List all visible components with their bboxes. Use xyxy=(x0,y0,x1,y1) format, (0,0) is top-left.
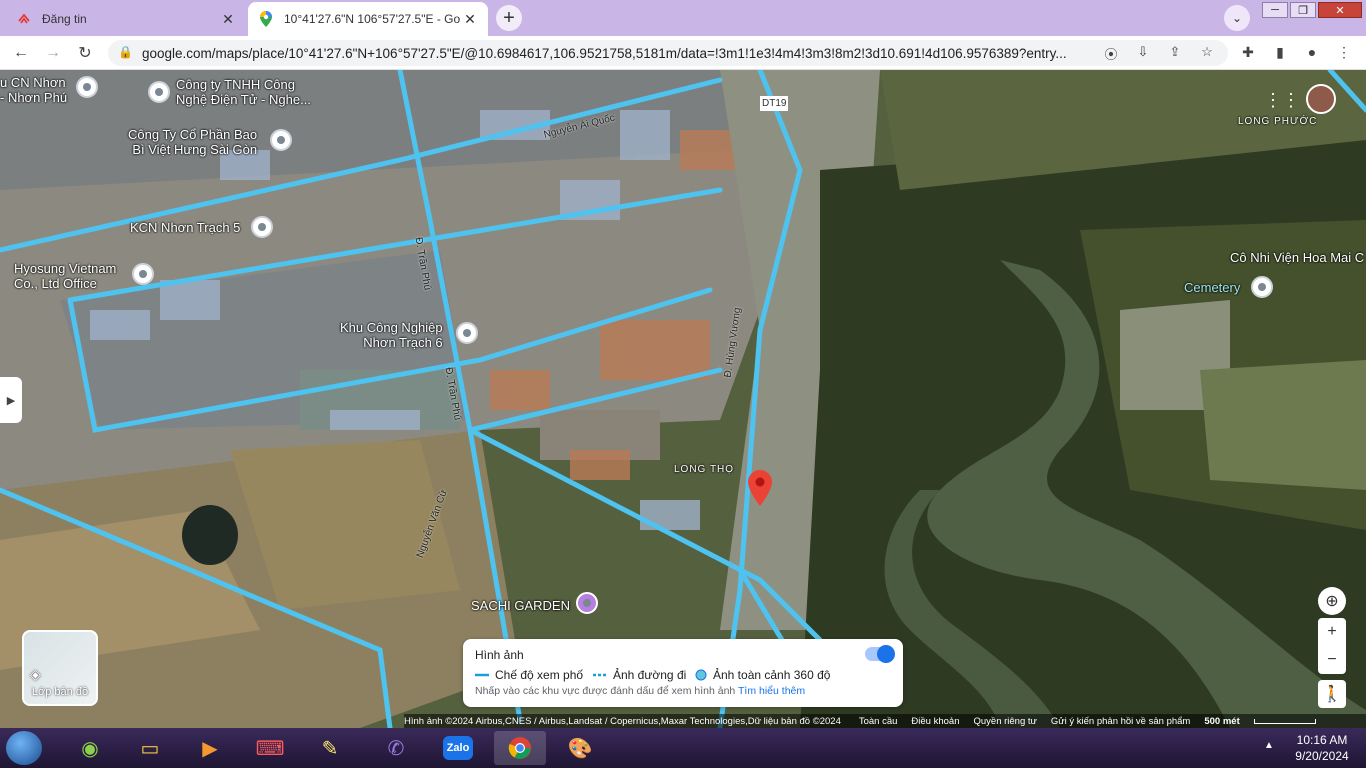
attribution-text: Hình ảnh ©2024 Airbus,CNES / Airbus,Land… xyxy=(404,715,841,727)
place-kcn-nhon-trach-6[interactable]: Khu Công Nghiệp Nhơn Trạch 6 xyxy=(340,320,443,350)
collapse-side-panel-button[interactable]: ▶ xyxy=(0,377,22,423)
cemetery-pin-icon[interactable] xyxy=(1251,276,1273,298)
maps-pin-icon xyxy=(258,11,274,27)
imagery-toggle[interactable] xyxy=(865,645,895,663)
start-button[interactable] xyxy=(6,731,42,765)
close-icon[interactable]: ✕ xyxy=(220,11,236,28)
forward-arrow-icon[interactable]: → xyxy=(42,42,64,64)
viber-icon[interactable]: ✆ xyxy=(370,731,422,765)
reload-icon[interactable]: ↻ xyxy=(74,42,96,64)
address-bar[interactable]: 🔒 google.com/maps/place/10°41'27.6"N+106… xyxy=(108,40,1228,66)
satellite-map[interactable]: u CN Nhơn - Nhơn Phú Công ty TNHH Công N… xyxy=(0,70,1366,728)
footer-link-global[interactable]: Toàn cầu xyxy=(859,716,898,727)
imagery-title: Hình ảnh xyxy=(475,648,524,662)
new-tab-button[interactable]: + xyxy=(496,5,522,31)
place-kcn-nhon-phu[interactable]: u CN Nhơn - Nhơn Phú xyxy=(0,75,67,105)
place-hyosung[interactable]: Hyosung Vietnam Co., Ltd Office xyxy=(14,261,116,291)
layers-button[interactable]: ◈ Lớp bản đồ xyxy=(22,630,98,706)
zalo-icon[interactable]: Zalo xyxy=(432,731,484,765)
place-pin-icon[interactable] xyxy=(76,76,98,98)
footer-link-privacy[interactable]: Quyền riêng tư xyxy=(973,716,1036,727)
place-cong-ty-tnhh[interactable]: Công ty TNHH Công Nghệ Điện Tử - Nghe... xyxy=(176,77,311,107)
side-panel-icon[interactable]: ▮ xyxy=(1270,44,1290,61)
tray-chevron-icon[interactable]: ▲ xyxy=(1264,740,1274,751)
windows-taskbar: ◉ ▭ ▶ ⌨ ✎ ✆ Zalo 🎨 ▲ 10:16 AM 9/20/2024 xyxy=(0,728,1366,768)
lock-icon[interactable]: 🔒 xyxy=(118,45,133,59)
place-pin-icon[interactable] xyxy=(456,322,478,344)
circle-dot-icon xyxy=(695,669,707,681)
close-icon[interactable]: ✕ xyxy=(462,11,478,28)
file-explorer-icon[interactable]: ▭ xyxy=(124,731,176,765)
tab-title: 10°41'27.6"N 106°57'27.5"E - Go xyxy=(284,12,461,26)
my-location-icon[interactable]: ⊕ xyxy=(1318,587,1346,615)
browser-toolbar: ← → ↻ 🔒 google.com/maps/place/10°41'27.6… xyxy=(0,36,1366,70)
install-app-icon[interactable]: ⇩ xyxy=(1134,44,1152,60)
place-bao-bi-viet-hung[interactable]: Công Ty Cổ Phần Bao Bì Việt Hưng Sài Gòn xyxy=(128,127,257,157)
park-pin-icon[interactable] xyxy=(576,592,598,614)
tab-title: Đăng tin xyxy=(42,12,87,26)
share-icon[interactable]: ⇪ xyxy=(1166,44,1184,60)
zoom-out-button[interactable]: − xyxy=(1318,646,1346,674)
location-marker-icon[interactable] xyxy=(748,470,772,511)
tab-bar: Đăng tin ✕ 10°41'27.6"N 106°57'27.5"E - … xyxy=(0,0,1366,36)
place-pin-icon[interactable] xyxy=(270,129,292,151)
clock-date: 9/20/2024 xyxy=(1295,749,1349,763)
notes-app-icon[interactable]: ✎ xyxy=(304,731,356,765)
scale-label[interactable]: 500 mét xyxy=(1204,716,1239,727)
minimize-button[interactable]: ─ xyxy=(1262,2,1288,18)
layers-icon: ◈ xyxy=(30,666,41,682)
chrome-icon[interactable] xyxy=(494,731,546,765)
window-close-button[interactable]: ✕ xyxy=(1318,2,1362,18)
system-clock[interactable]: 10:16 AM 9/20/2024 xyxy=(1284,732,1360,764)
coccoc-icon[interactable]: ◉ xyxy=(64,731,116,765)
legend-street-view: Chế độ xem phố xyxy=(475,668,583,682)
media-player-icon[interactable]: ▶ xyxy=(184,731,236,765)
layers-label: Lớp bản đồ xyxy=(31,686,89,698)
unikey-icon[interactable]: ⌨ xyxy=(244,731,296,765)
chevron-down-icon[interactable]: ⌄ xyxy=(1224,5,1250,31)
profile-icon[interactable]: ● xyxy=(1302,44,1322,60)
menu-icon[interactable]: ⋮ xyxy=(1334,44,1354,61)
maximize-button[interactable]: ❐ xyxy=(1290,2,1316,18)
place-sachi-garden[interactable]: SACHI GARDEN xyxy=(471,598,570,613)
clock-time: 10:16 AM xyxy=(1296,733,1348,747)
location-icon[interactable]: ⦿ xyxy=(1102,44,1120,63)
map-footer: Hình ảnh ©2024 Airbus,CNES / Airbus,Land… xyxy=(404,714,1366,728)
place-co-nhi-vien[interactable]: Cô Nhi Viện Hoa Mai C xyxy=(1230,250,1364,265)
back-arrow-icon[interactable]: ← xyxy=(10,42,32,64)
extensions-icon[interactable]: ✚ xyxy=(1238,44,1258,61)
area-long-phuoc: LONG PHƯỚC xyxy=(1238,116,1318,127)
pegman-icon[interactable]: 🚶 xyxy=(1318,680,1346,708)
place-pin-icon[interactable] xyxy=(132,263,154,285)
scale-bar xyxy=(1253,718,1316,724)
zoom-in-button[interactable]: + xyxy=(1318,618,1346,646)
imagery-panel: Hình ảnh Chế độ xem phố Ảnh đường đi Ảnh… xyxy=(463,639,903,707)
paint-icon[interactable]: 🎨 xyxy=(554,731,606,765)
road-dt19: DT19 xyxy=(760,96,789,111)
area-long-tho: LONG THỌ xyxy=(674,464,735,475)
dashed-line-icon xyxy=(593,673,607,677)
place-pin-icon[interactable] xyxy=(251,216,273,238)
footer-link-feedback[interactable]: Gửi ý kiến phản hồi về sản phẩm xyxy=(1051,716,1190,727)
bookmark-star-icon[interactable]: ☆ xyxy=(1198,44,1216,60)
tab-dang-tin[interactable]: Đăng tin ✕ xyxy=(6,2,246,36)
legend-360-photos: Ảnh toàn cảnh 360 độ xyxy=(695,668,830,682)
place-cemetery[interactable]: Cemetery xyxy=(1184,280,1240,295)
imagery-hint: Nhấp vào các khu vực được đánh dấu để xe… xyxy=(475,685,806,697)
solid-line-icon xyxy=(475,673,489,677)
satellite-imagery xyxy=(0,70,1366,728)
footer-link-terms[interactable]: Điều khoản xyxy=(911,716,959,727)
learn-more-link[interactable]: Tìm hiểu thêm xyxy=(738,685,805,697)
chotot-icon xyxy=(16,11,32,27)
avatar[interactable] xyxy=(1306,84,1336,114)
legend-road-photos: Ảnh đường đi xyxy=(593,668,686,682)
url-text[interactable]: google.com/maps/place/10°41'27.6"N+106°5… xyxy=(142,46,1102,61)
place-kcn-nhon-trach-5[interactable]: KCN Nhơn Trạch 5 xyxy=(130,220,240,235)
place-pin-icon[interactable] xyxy=(148,81,170,103)
tab-google-maps[interactable]: 10°41'27.6"N 106°57'27.5"E - Go ✕ xyxy=(248,2,488,36)
